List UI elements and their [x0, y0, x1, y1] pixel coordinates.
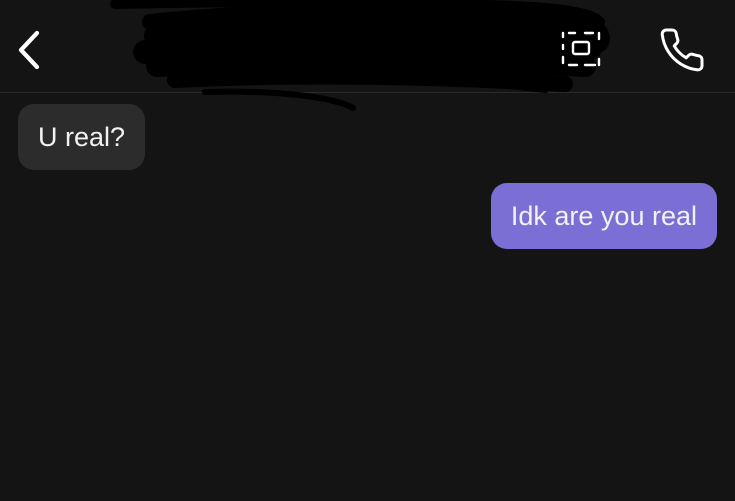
incoming-message-bubble[interactable]: U real?: [18, 104, 146, 170]
outgoing-message-bubble[interactable]: Idk are you real: [490, 183, 717, 249]
message-text: Idk are you real: [510, 201, 697, 231]
back-button[interactable]: [8, 22, 52, 78]
chat-header: [0, 0, 735, 111]
chevron-left-icon: [18, 30, 40, 70]
video-call-button[interactable]: [552, 24, 610, 74]
phone-icon: [660, 28, 704, 72]
video-call-icon: [561, 31, 601, 67]
chat-screen: U real? Idk are you real: [0, 0, 735, 501]
message-text: U real?: [38, 122, 126, 152]
voice-call-button[interactable]: [652, 22, 712, 78]
message-thread[interactable]: U real? Idk are you real: [0, 93, 735, 501]
